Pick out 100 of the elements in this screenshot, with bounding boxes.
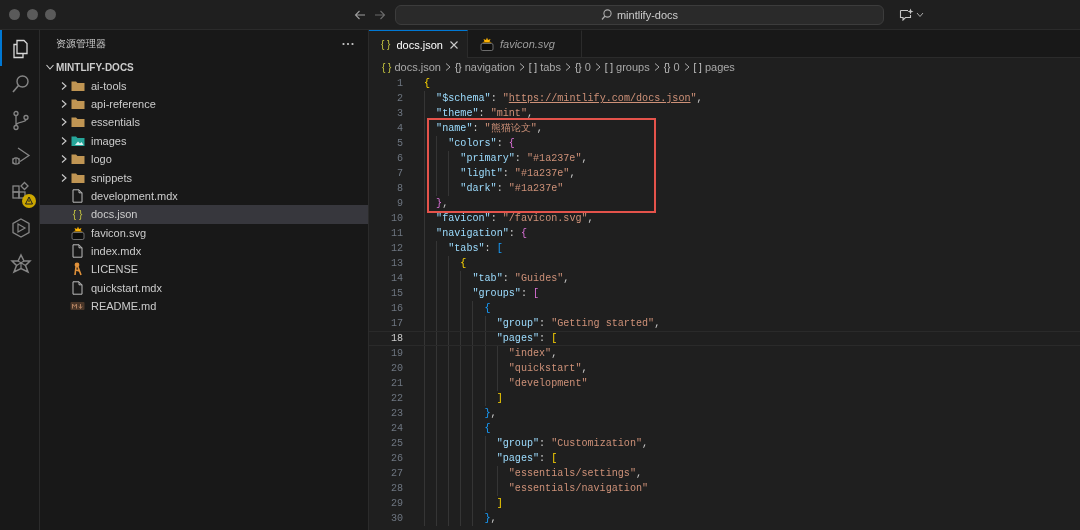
breadcrumb-item[interactable]: [ ] tabs <box>528 61 561 73</box>
folder-icon <box>70 97 85 110</box>
line-number: 7 <box>395 167 403 181</box>
breadcrumb-item[interactable]: [ ] pages <box>693 61 735 73</box>
tree-item[interactable]: { } docs.json <box>40 205 368 224</box>
code-line: "group": "Getting started", <box>424 316 661 331</box>
line-number: 11 <box>389 227 403 241</box>
more-icon[interactable] <box>342 42 354 46</box>
breadcrumb-item[interactable]: [ ] groups <box>604 61 650 73</box>
line-number: 15 <box>389 287 403 301</box>
line-number: 13 <box>389 257 403 271</box>
code-line: "tabs": [ <box>424 241 503 256</box>
chat-sparkle-icon <box>899 8 914 21</box>
license-icon <box>72 262 83 277</box>
line-number: 4 <box>395 122 403 136</box>
run-debug-icon[interactable] <box>9 145 32 167</box>
line-number: 3 <box>395 107 403 121</box>
svg-file-icon <box>479 37 494 51</box>
code-line: ] <box>424 496 503 511</box>
code-line: "groups": [ <box>424 286 540 301</box>
tree-item[interactable]: images <box>40 131 368 150</box>
window-control-icon[interactable] <box>9 9 20 20</box>
search-icon[interactable] <box>9 73 32 95</box>
code-line: "dark": "#1a237e" <box>424 181 564 196</box>
line-number: 24 <box>389 422 403 436</box>
line-number: 9 <box>395 197 403 211</box>
command-center[interactable]: mintlify-docs <box>395 4 884 25</box>
panel-title: 资源管理器 <box>56 37 106 51</box>
window-control-icon[interactable] <box>27 9 38 20</box>
code-line: }, <box>424 196 449 211</box>
tree-item[interactable]: logo <box>40 149 368 169</box>
tree-item[interactable]: quickstart.mdx <box>40 278 368 298</box>
breadcrumb-item[interactable]: {} 0 <box>663 61 680 73</box>
line-number: 21 <box>389 377 403 391</box>
knot-icon[interactable] <box>9 253 32 275</box>
code-line: "quickstart", <box>424 361 588 376</box>
line-number: 17 <box>389 317 403 331</box>
chevron-right-icon <box>517 62 526 72</box>
tree-item[interactable]: api-reference <box>40 94 368 114</box>
caret-icon <box>916 11 924 18</box>
breadcrumb-item[interactable]: {} 0 <box>574 61 591 73</box>
image-folder-icon <box>70 134 85 147</box>
breadcrumb-item[interactable]: {} navigation <box>454 61 515 73</box>
line-number: 16 <box>389 302 403 316</box>
back-arrow-icon[interactable] <box>354 9 366 20</box>
code-line: "light": "#1a237e", <box>424 166 576 181</box>
svg-file-icon <box>70 225 85 240</box>
code-line: "navigation": { <box>424 226 527 241</box>
line-number: 28 <box>389 482 403 496</box>
close-icon[interactable] <box>448 39 459 50</box>
line-number: 8 <box>395 182 403 196</box>
code-line: }, <box>424 406 497 421</box>
line-number: 6 <box>395 152 403 166</box>
folder-header[interactable]: MINTLIFY-DOCS <box>40 58 368 77</box>
folder-icon <box>70 153 85 166</box>
line-number: 2 <box>395 92 403 106</box>
line-number: 20 <box>389 362 403 376</box>
code-line: "essentials/navigation" <box>424 481 649 496</box>
line-number: 25 <box>389 437 403 451</box>
tree-item[interactable]: LICENSE <box>40 260 368 279</box>
file-icon <box>72 280 83 295</box>
line-number: 14 <box>389 272 403 286</box>
tree-item[interactable]: favicon.svg <box>40 223 368 242</box>
line-number: 5 <box>395 137 403 151</box>
file-icon <box>72 244 83 259</box>
line-number: 27 <box>389 467 403 481</box>
code-line: { <box>424 77 431 91</box>
tree-item[interactable]: essentials <box>40 113 368 132</box>
code-line: "development" <box>424 376 588 391</box>
search-icon <box>600 9 612 20</box>
line-number: 23 <box>389 407 403 421</box>
tree-item[interactable]: index.mdx <box>40 241 368 261</box>
json-file-icon: { } <box>72 208 83 220</box>
window-control-icon[interactable] <box>45 9 56 20</box>
code-line: ] <box>424 391 503 406</box>
forward-arrow-icon[interactable] <box>374 9 386 20</box>
code-line: "pages": [ <box>424 451 558 466</box>
tree-item[interactable]: README.md <box>40 297 368 316</box>
line-number: 12 <box>389 242 403 256</box>
code-line: "colors": { <box>424 136 515 151</box>
code-line: "theme": "mint", <box>424 106 534 121</box>
file-icon <box>72 188 83 203</box>
code-line: { <box>424 301 491 316</box>
code-line: { <box>424 256 467 271</box>
code-line: "essentials/settings", <box>424 466 643 481</box>
code-line: "$schema": "https://mintlify.com/docs.json", <box>424 91 703 106</box>
markdown-icon <box>70 301 85 312</box>
code-line: { <box>424 421 491 436</box>
tree-item[interactable]: snippets <box>40 168 368 187</box>
folder-icon <box>70 79 85 92</box>
chevron-right-icon <box>682 62 691 72</box>
line-number: 26 <box>389 452 403 466</box>
folder-icon <box>70 171 85 184</box>
line-number: 19 <box>389 347 403 361</box>
hexagon-icon[interactable] <box>9 217 32 239</box>
editor-tab[interactable]: { } docs.json <box>369 30 468 58</box>
code-line: "name": "熊猫论文", <box>424 121 543 136</box>
tree-item[interactable]: development.mdx <box>40 186 368 206</box>
tree-item[interactable]: ai-tools <box>40 76 368 95</box>
breadcrumb-item[interactable]: { } docs.json <box>382 61 441 73</box>
